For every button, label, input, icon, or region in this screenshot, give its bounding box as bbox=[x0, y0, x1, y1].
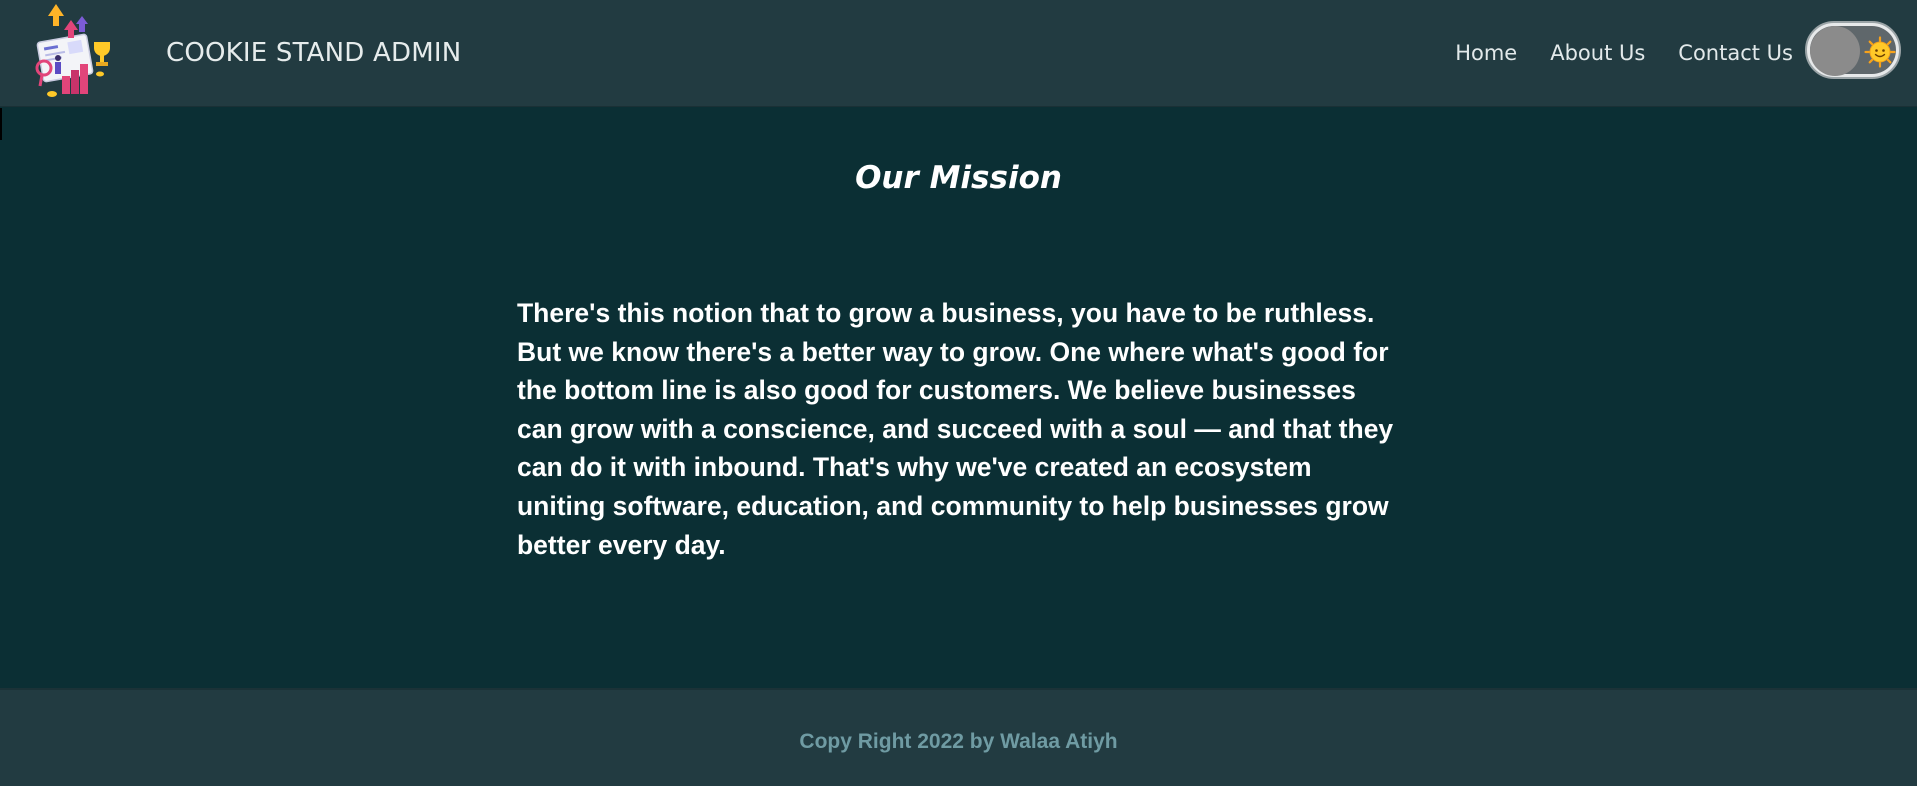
main-nav: Home About Us Contact Us bbox=[1455, 41, 1793, 65]
mission-title: Our Mission bbox=[855, 160, 1062, 196]
site-footer: Copy Right 2022 by Walaa Atiyh bbox=[0, 688, 1917, 786]
toggle-knob bbox=[1810, 26, 1860, 76]
sun-icon bbox=[1864, 36, 1896, 68]
copyright-text: Copy Right 2022 by Walaa Atiyh bbox=[799, 730, 1118, 753]
page: COOKIE STAND ADMIN Home About Us Contact… bbox=[0, 0, 1917, 786]
theme-toggle[interactable] bbox=[1805, 21, 1901, 79]
mission-paragraph: There's this notion that to grow a busin… bbox=[517, 298, 1394, 560]
nav-link-home[interactable]: Home bbox=[1455, 41, 1517, 65]
nav-link-about-us[interactable]: About Us bbox=[1550, 41, 1645, 65]
site-header: COOKIE STAND ADMIN Home About Us Contact… bbox=[0, 0, 1917, 107]
brand-title[interactable]: COOKIE STAND ADMIN bbox=[166, 38, 461, 68]
nav-link-contact-us[interactable]: Contact Us bbox=[1678, 41, 1793, 65]
logo-icon[interactable] bbox=[34, 2, 120, 106]
main-content: Our Mission There's this notion that to … bbox=[0, 108, 1917, 688]
